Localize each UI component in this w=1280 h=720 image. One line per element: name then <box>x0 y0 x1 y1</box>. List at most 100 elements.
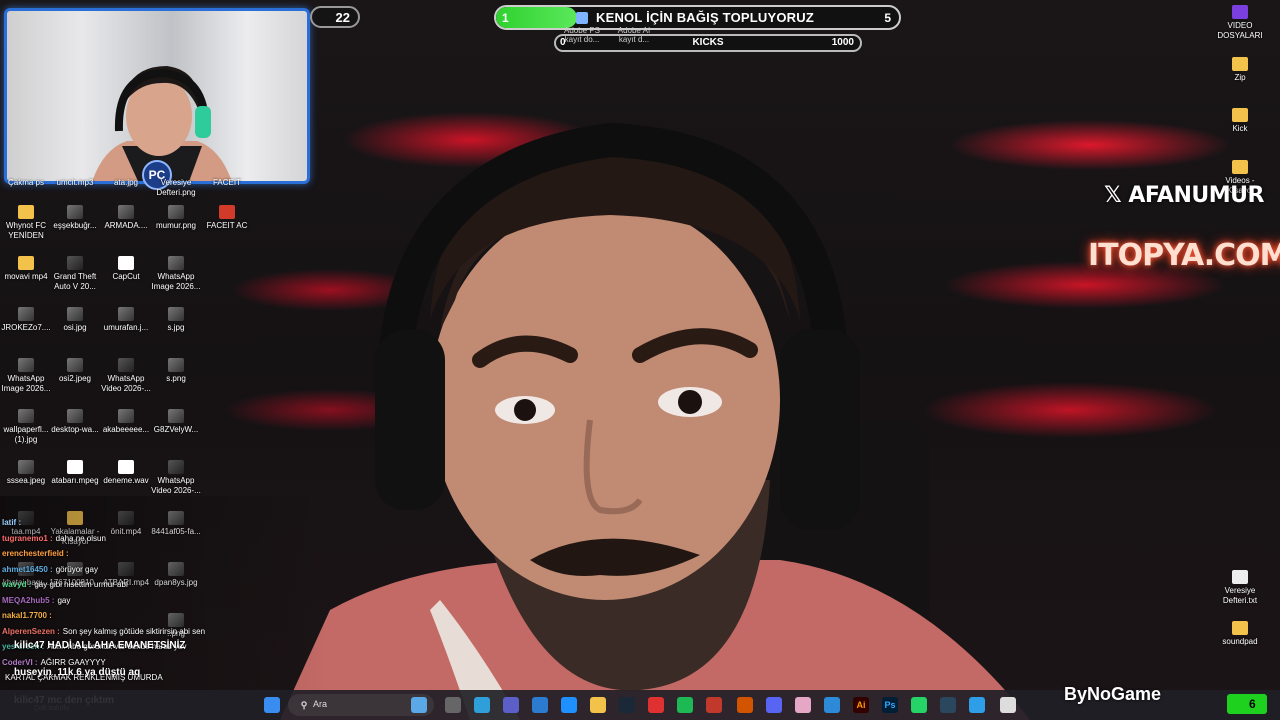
desktop-icon[interactable]: movavi mp4 <box>0 256 52 282</box>
desktop-icon[interactable]: eşşekbuğr... <box>49 205 101 231</box>
adobe-ai-shortcut[interactable]: Adobe AI kayıt d... <box>614 26 654 44</box>
desktop-icon[interactable]: wallpaperfl... (1).jpg <box>0 409 52 445</box>
chat-username: MEQA2hub5 : <box>2 595 55 605</box>
app-red-icon[interactable] <box>706 697 722 713</box>
desktop-icon[interactable]: WhatsApp Video 2026-... <box>100 358 152 394</box>
teams-icon[interactable] <box>503 697 519 713</box>
desktop-icon[interactable]: Zip <box>1214 57 1266 83</box>
desktop-icon[interactable]: Kick <box>1214 108 1266 134</box>
spotify-icon[interactable] <box>677 697 693 713</box>
windows-start-icon[interactable] <box>264 697 280 713</box>
chat-username: tugranemo1 : <box>2 533 53 543</box>
goal-end-value: 5 <box>884 11 891 25</box>
discord-icon[interactable] <box>766 697 782 713</box>
desktop-icon[interactable]: WhatsApp Video 2026-... <box>150 460 202 496</box>
chat-username: kilic47 <box>14 640 48 651</box>
folder-icon <box>1232 621 1248 635</box>
desktop-icon[interactable]: CapCut <box>100 256 152 282</box>
kick-viewer-count: 6 <box>1249 697 1256 711</box>
image-icon <box>18 358 34 372</box>
desktop-icon-label: ARMADA.... <box>104 221 148 230</box>
opera-icon[interactable] <box>648 697 664 713</box>
donation-goal-bar: 1 KENOL İÇİN BAĞIŞ TOPLUYORUZ 5 <box>494 5 901 30</box>
desktop-icon[interactable]: s.jpg <box>150 307 202 333</box>
illustrator-icon[interactable]: Ai <box>853 697 869 713</box>
image-icon <box>168 256 184 270</box>
desktop-icon[interactable]: osi2.jpeg <box>49 358 101 384</box>
desktop-icon-label: osi.jpg <box>63 323 87 332</box>
chat-text: 6 ya düştü aq <box>76 667 141 678</box>
desktop-icon[interactable]: soundpad <box>1214 621 1266 647</box>
folder-icon <box>18 256 34 270</box>
widget-icon[interactable] <box>411 697 427 713</box>
chrome-icon[interactable] <box>1000 697 1016 713</box>
desktop-icon[interactable]: umurafan.j... <box>100 307 152 333</box>
chat-username: wavyd : <box>2 580 32 589</box>
desktop-icon-label: sssea.jpeg <box>6 476 46 485</box>
desktop-icon-label: FACEIT <box>212 178 241 187</box>
desktop-icon[interactable]: Veresiye Defteri.txt <box>1214 570 1266 606</box>
desktop-icon[interactable]: G8ZVelyW... <box>150 409 202 435</box>
browser-icon[interactable] <box>474 697 490 713</box>
stream-screen: PC 22 1 KENOL İÇİN BAĞIŞ TOPLUYORUZ 5 0 … <box>0 0 1280 720</box>
desktop-icon-label: soundpad <box>1222 637 1258 646</box>
chat-message: wavyd : gay gibi hisettim urmur abi <box>2 580 128 590</box>
desktop-icon-label: wallpaperfl... (1).jpg <box>3 425 49 444</box>
desktop-icon[interactable]: osi.jpg <box>49 307 101 333</box>
desktop-icon[interactable]: FACEIT <box>201 178 253 188</box>
desktop-icon[interactable]: Veresiye Defteri.png <box>150 178 202 198</box>
desktop-icon[interactable]: WhatsApp Image 2026... <box>150 256 202 292</box>
desktop-icon[interactable]: Whynot FC YENİDEN <box>0 205 52 241</box>
image-icon <box>168 205 184 219</box>
webcam-overlay <box>4 8 310 184</box>
desktop-icon[interactable]: Çakma ps <box>0 178 52 188</box>
desktop-icon[interactable]: FACEIT AC <box>201 205 253 231</box>
viewer-count: 22 <box>310 6 360 28</box>
adobe-ps-shortcut[interactable]: Adobe PS kayıt do... <box>562 26 602 44</box>
desktop-icon[interactable]: umcit.mp3 <box>49 178 101 188</box>
steam-icon[interactable] <box>619 697 635 713</box>
kick-viewer-widget[interactable]: 6 <box>1227 694 1267 714</box>
video-icon <box>118 358 134 372</box>
desktop-icon[interactable]: atabarı.mpeg <box>49 460 101 486</box>
chat-message: nakal1.7700 : <box>2 611 55 621</box>
desktop-icon[interactable]: sssea.jpeg <box>0 460 52 486</box>
desktop-icon-label: umcit.mp3 <box>56 178 94 187</box>
desktop-icon[interactable]: desktop-wa... <box>49 409 101 435</box>
task-view-icon[interactable] <box>445 697 461 713</box>
app-blue-icon[interactable] <box>824 697 840 713</box>
photos-icon[interactable] <box>795 697 811 713</box>
desktop-icon-label: deneme.wav <box>103 476 149 485</box>
desktop-icon[interactable]: deneme.wav <box>100 460 152 486</box>
desktop-icon[interactable]: Grand Theft Auto V 20... <box>49 256 101 292</box>
bynogame-watermark: ByNoGame <box>1064 684 1162 704</box>
photoshop-icon[interactable]: Ps <box>882 697 898 713</box>
desktop-icon[interactable]: akabeeeee... <box>100 409 152 435</box>
goal-start-value: 1 <box>502 11 509 25</box>
desktop-icon[interactable]: s.png <box>150 358 202 384</box>
edge-icon[interactable] <box>969 697 985 713</box>
folder-icon <box>18 205 34 219</box>
steam-alt-icon[interactable] <box>940 697 956 713</box>
desktop-icon-label: Zip <box>1234 73 1246 82</box>
desktop-icon[interactable]: ata.jpg <box>100 178 152 188</box>
x-app-icon[interactable] <box>737 697 753 713</box>
desktop-icon-label: WhatsApp Video 2026-... <box>151 476 201 495</box>
chat-text: AĞIRR GAAYYYY <box>40 657 106 667</box>
vscode-icon[interactable] <box>532 697 548 713</box>
folder-icon <box>1232 160 1248 174</box>
desktop-icon[interactable]: WhatsApp Image 2026... <box>0 358 52 394</box>
desktop-icon[interactable]: mumur.png <box>150 205 202 231</box>
chat-message: latif : <box>2 518 24 528</box>
taskbar-search-placeholder[interactable]: Ara <box>313 699 327 709</box>
file-explorer-icon[interactable] <box>590 697 606 713</box>
image-icon <box>67 409 83 423</box>
image-icon <box>118 307 134 321</box>
desktop-icon[interactable]: VIDEO DOSYALARI <box>1214 5 1266 41</box>
itopya-sponsor-logo: ITOPYA.COM <box>1088 238 1280 273</box>
chat-username: ahmet16450 : <box>2 564 53 574</box>
desktop-icon[interactable]: ARMADA.... <box>100 205 152 231</box>
store-icon[interactable] <box>561 697 577 713</box>
desktop-icon[interactable]: JROKEZo7.... <box>0 307 52 333</box>
whatsapp-icon[interactable] <box>911 697 927 713</box>
